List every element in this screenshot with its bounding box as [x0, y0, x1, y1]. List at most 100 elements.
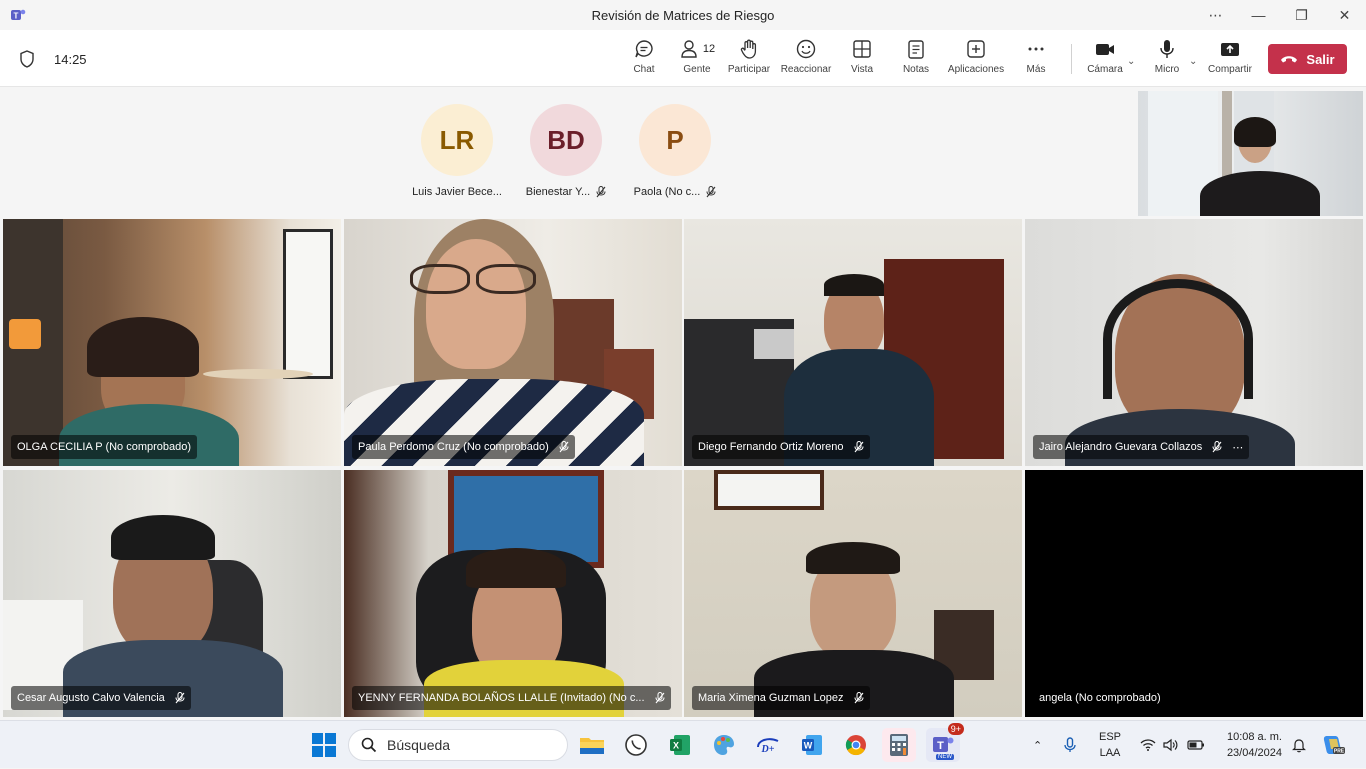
participant-name: Bienestar Y... — [525, 186, 591, 198]
mic-off-icon — [559, 441, 569, 453]
mic-options-chevron-icon[interactable]: ⌄ — [1189, 56, 1197, 67]
minimize-icon[interactable]: — — [1237, 0, 1280, 30]
avatar: BD — [530, 104, 602, 176]
calculator-icon[interactable] — [882, 728, 916, 762]
wifi-icon[interactable] — [1140, 721, 1156, 769]
self-view-video[interactable] — [1138, 91, 1363, 216]
camera-options-chevron-icon[interactable]: ⌄ — [1127, 56, 1135, 67]
add-app-icon — [967, 40, 985, 58]
mic-button[interactable]: Micro — [1153, 38, 1181, 82]
excel-icon[interactable]: X — [665, 730, 695, 760]
volume-icon[interactable] — [1163, 721, 1179, 769]
meeting-timer: 14:25 — [54, 52, 87, 67]
participant-name: Paola (No c... — [633, 186, 701, 198]
mic-icon — [1160, 40, 1174, 58]
chevron-up-icon[interactable]: ⌃ — [1033, 739, 1042, 752]
chrome-icon[interactable] — [841, 730, 871, 760]
participant-name-tag: OLGA CECILIA P (No comprobado) — [11, 435, 198, 459]
toolbar-separator — [1071, 44, 1072, 74]
word-icon[interactable]: W — [797, 730, 827, 760]
svg-text:T: T — [937, 740, 944, 752]
raise-hand-button[interactable]: Participar — [727, 38, 771, 82]
teams-icon[interactable]: T 9+ NEW — [926, 723, 964, 762]
taskbar-search[interactable]: Búsqueda — [348, 729, 568, 761]
participant-name-tag: Maria Ximena Guzman Lopez — [692, 686, 870, 710]
grid-icon — [853, 40, 871, 58]
video-tile[interactable]: Maria Ximena Guzman Lopez — [684, 470, 1022, 717]
people-count: 12 — [702, 43, 716, 55]
video-tile[interactable]: Jairo Alejandro Guevara Collazos ⋯ — [1025, 219, 1363, 466]
video-tile[interactable]: YENNY FERNANDA BOLAÑOS LLALLE (Invitado)… — [344, 470, 682, 717]
participant-name-tag: Paula Perdomo Cruz (No comprobado) — [352, 435, 575, 459]
video-tile[interactable]: Cesar Augusto Calvo Valencia — [3, 470, 341, 717]
battery-icon[interactable] — [1187, 721, 1205, 769]
more-icon[interactable]: ⋯ — [1194, 0, 1237, 30]
mic-off-icon — [655, 692, 665, 704]
mic-off-icon — [596, 186, 606, 198]
whatsapp-icon[interactable] — [621, 730, 651, 760]
video-grid: OLGA CECILIA P (No comprobado) Paula Per… — [3, 219, 1363, 717]
taskbar: Búsqueda X D+ W T 9+ NEW ⌃ ESP LAA 10:08… — [0, 720, 1366, 768]
video-tile[interactable]: Diego Fernando Ortiz Moreno — [684, 219, 1022, 466]
video-tile[interactable]: OLGA CECILIA P (No comprobado) — [3, 219, 341, 466]
participant-avatar-item[interactable]: BD Bienestar Y... — [511, 104, 621, 198]
participant-name-tag: Jairo Alejandro Guevara Collazos ⋯ — [1033, 435, 1250, 459]
apps-button[interactable]: Aplicaciones — [946, 38, 1006, 82]
system-clock[interactable]: 10:08 a. m. 23/04/2024 — [1218, 729, 1282, 761]
window-title: Revisión de Matrices de Riesgo — [591, 8, 775, 23]
notes-icon — [908, 40, 924, 59]
people-icon — [681, 40, 697, 58]
svg-text:W: W — [804, 741, 813, 751]
hang-up-icon — [1281, 56, 1298, 63]
disney-icon[interactable]: D+ — [753, 730, 783, 760]
paint-icon[interactable] — [709, 730, 739, 760]
mic-off-icon — [706, 186, 716, 198]
chat-icon — [635, 40, 653, 58]
camera-button[interactable]: Cámara — [1087, 38, 1123, 82]
chat-button[interactable]: Chat — [631, 38, 657, 82]
participant-name-tag: Cesar Augusto Calvo Valencia — [11, 686, 191, 710]
video-tile[interactable]: Paula Perdomo Cruz (No comprobado) — [344, 219, 682, 466]
file-explorer-icon[interactable] — [577, 730, 607, 760]
react-button[interactable]: Reaccionar — [781, 38, 831, 82]
svg-text:PRE: PRE — [1334, 749, 1345, 755]
participant-strip: LR Luis Javier Bece... BD Bienestar Y...… — [0, 88, 1366, 218]
avatar: P — [639, 104, 711, 176]
meeting-toolbar: 14:25 Chat 12 Gente Participar Reacciona… — [0, 30, 1366, 87]
close-icon[interactable]: ✕ — [1323, 0, 1366, 30]
windows-start-icon[interactable] — [312, 733, 336, 757]
leave-button[interactable]: Salir — [1268, 44, 1347, 74]
notification-badge: 9+ — [947, 723, 964, 735]
search-icon — [361, 737, 377, 753]
microphone-tray-icon[interactable] — [1064, 721, 1076, 769]
people-button[interactable]: 12 Gente — [679, 38, 715, 82]
mic-off-icon — [854, 441, 864, 453]
participant-avatar-item[interactable]: P Paola (No c... — [620, 104, 730, 198]
video-tile[interactable]: angela (No comprobado) — [1025, 470, 1363, 717]
copilot-icon[interactable]: PRE — [1321, 721, 1345, 769]
participant-name-tag: angela (No comprobado) — [1039, 692, 1161, 704]
more-options-icon[interactable]: ⋯ — [1232, 441, 1243, 454]
more-icon — [1028, 47, 1044, 51]
mic-off-icon — [854, 692, 864, 704]
notes-button[interactable]: Notas — [901, 38, 931, 82]
language-indicator[interactable]: ESP LAA — [1096, 729, 1124, 761]
new-label: NEW — [936, 754, 954, 760]
more-button[interactable]: Más — [1023, 38, 1049, 82]
participant-avatar-item[interactable]: LR Luis Javier Bece... — [402, 104, 512, 198]
participant-name-tag: YENNY FERNANDA BOLAÑOS LLALLE (Invitado)… — [352, 686, 671, 710]
show-hidden-icons[interactable]: ⌃ — [1033, 721, 1042, 769]
participant-name: Luis Javier Bece... — [412, 186, 502, 198]
mic-off-icon — [1212, 441, 1222, 453]
shield-icon[interactable] — [19, 50, 35, 68]
mic-off-icon — [175, 692, 185, 704]
view-button[interactable]: Vista — [849, 38, 875, 82]
title-bar: T Revisión de Matrices de Riesgo ⋯ — ❐ ✕ — [0, 0, 1366, 30]
notifications-icon[interactable] — [1291, 721, 1307, 769]
share-button[interactable]: Compartir — [1206, 38, 1254, 82]
search-placeholder: Búsqueda — [387, 737, 451, 753]
camera-icon — [1096, 44, 1114, 55]
svg-text:X: X — [673, 741, 679, 751]
maximize-icon[interactable]: ❐ — [1280, 0, 1323, 30]
raise-hand-icon — [740, 39, 757, 59]
